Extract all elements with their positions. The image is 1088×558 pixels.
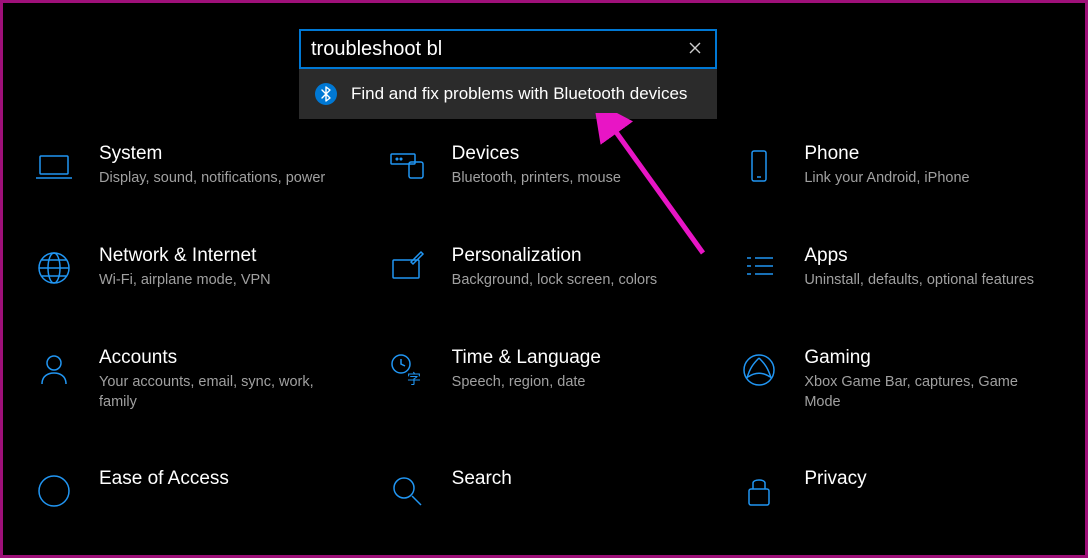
tile-subtitle: Bluetooth, printers, mouse (452, 169, 621, 189)
clear-search-button[interactable] (685, 37, 705, 61)
tile-title: Gaming (804, 347, 1034, 369)
tile-title: Personalization (452, 245, 658, 267)
close-icon (689, 42, 701, 54)
tile-accounts[interactable]: Accounts Your accounts, email, sync, wor… (25, 347, 358, 412)
tile-time-language[interactable]: 字 Time & Language Speech, region, date (378, 347, 711, 412)
tile-subtitle: Your accounts, email, sync, work, family (99, 373, 329, 412)
time-language-icon: 字 (384, 347, 430, 393)
tile-title: System (99, 143, 325, 165)
devices-icon (384, 143, 430, 189)
tile-title: Time & Language (452, 347, 601, 369)
tile-subtitle: Display, sound, notifications, power (99, 169, 325, 189)
tile-title: Apps (804, 245, 1034, 267)
tile-subtitle: Speech, region, date (452, 373, 601, 393)
search-panel: Find and fix problems with Bluetooth dev… (299, 29, 717, 119)
tile-title: Privacy (804, 468, 866, 490)
gaming-icon (736, 347, 782, 393)
tile-title: Phone (804, 143, 969, 165)
tile-title: Accounts (99, 347, 329, 369)
personalization-icon (384, 245, 430, 291)
tile-title: Devices (452, 143, 621, 165)
phone-icon (736, 143, 782, 189)
tile-title: Network & Internet (99, 245, 271, 267)
system-icon (31, 143, 77, 189)
tile-search[interactable]: Search (378, 468, 711, 514)
privacy-icon (736, 468, 782, 514)
tile-gaming[interactable]: Gaming Xbox Game Bar, captures, Game Mod… (730, 347, 1063, 412)
tile-phone[interactable]: Phone Link your Android, iPhone (730, 143, 1063, 189)
ease-of-access-icon (31, 468, 77, 514)
search-input[interactable] (311, 38, 685, 61)
search-box[interactable] (299, 29, 717, 69)
tile-system[interactable]: System Display, sound, notifications, po… (25, 143, 358, 189)
globe-icon (31, 245, 77, 291)
tile-network[interactable]: Network & Internet Wi-Fi, airplane mode,… (25, 245, 358, 291)
tile-title: Ease of Access (99, 468, 229, 490)
settings-grid: System Display, sound, notifications, po… (25, 143, 1063, 514)
tile-subtitle: Background, lock screen, colors (452, 271, 658, 291)
svg-text:字: 字 (407, 371, 421, 387)
tile-ease-of-access[interactable]: Ease of Access (25, 468, 358, 514)
apps-icon (736, 245, 782, 291)
search-suggestion[interactable]: Find and fix problems with Bluetooth dev… (299, 69, 717, 119)
bluetooth-icon (315, 83, 337, 105)
tile-title: Search (452, 468, 512, 490)
tile-subtitle: Wi-Fi, airplane mode, VPN (99, 271, 271, 291)
tile-privacy[interactable]: Privacy (730, 468, 1063, 514)
tile-subtitle: Xbox Game Bar, captures, Game Mode (804, 373, 1034, 412)
tile-subtitle: Uninstall, defaults, optional features (804, 271, 1034, 291)
search-icon (384, 468, 430, 514)
tile-apps[interactable]: Apps Uninstall, defaults, optional featu… (730, 245, 1063, 291)
tile-personalization[interactable]: Personalization Background, lock screen,… (378, 245, 711, 291)
search-suggestion-text: Find and fix problems with Bluetooth dev… (351, 84, 687, 104)
tile-subtitle: Link your Android, iPhone (804, 169, 969, 189)
accounts-icon (31, 347, 77, 393)
tile-devices[interactable]: Devices Bluetooth, printers, mouse (378, 143, 711, 189)
